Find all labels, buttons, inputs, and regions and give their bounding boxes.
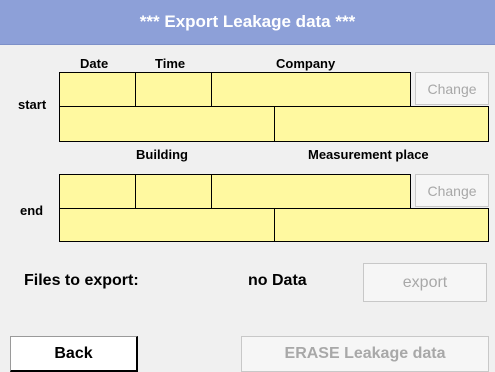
end-building-field[interactable] (59, 208, 275, 242)
end-date-field[interactable] (59, 174, 136, 209)
end-company-field[interactable] (211, 174, 411, 209)
start-label: start (18, 97, 47, 112)
end-label: end (20, 203, 44, 218)
back-button[interactable]: Back (10, 336, 138, 372)
files-to-export-label: Files to export: (24, 272, 139, 289)
start-company-field[interactable] (211, 72, 411, 107)
start-date-field[interactable] (59, 72, 136, 107)
header-company: Company (276, 56, 336, 71)
start-time-field[interactable] (135, 72, 212, 107)
export-button[interactable]: export (363, 263, 487, 302)
end-time-field[interactable] (135, 174, 212, 209)
start-change-button[interactable]: Change (415, 72, 489, 105)
start-building-field[interactable] (59, 106, 275, 142)
window-title: *** Export Leakage data *** (0, 0, 495, 45)
header-measurement-place: Measurement place (308, 147, 429, 162)
files-to-export-value: no Data (248, 272, 307, 289)
start-measurement-place-field[interactable] (274, 106, 489, 142)
header-building: Building (136, 147, 188, 162)
erase-leakage-data-button[interactable]: ERASE Leakage data (241, 336, 489, 372)
header-time: Time (155, 56, 186, 71)
end-measurement-place-field[interactable] (274, 208, 489, 242)
header-date: Date (80, 56, 109, 71)
end-change-button[interactable]: Change (415, 174, 489, 207)
